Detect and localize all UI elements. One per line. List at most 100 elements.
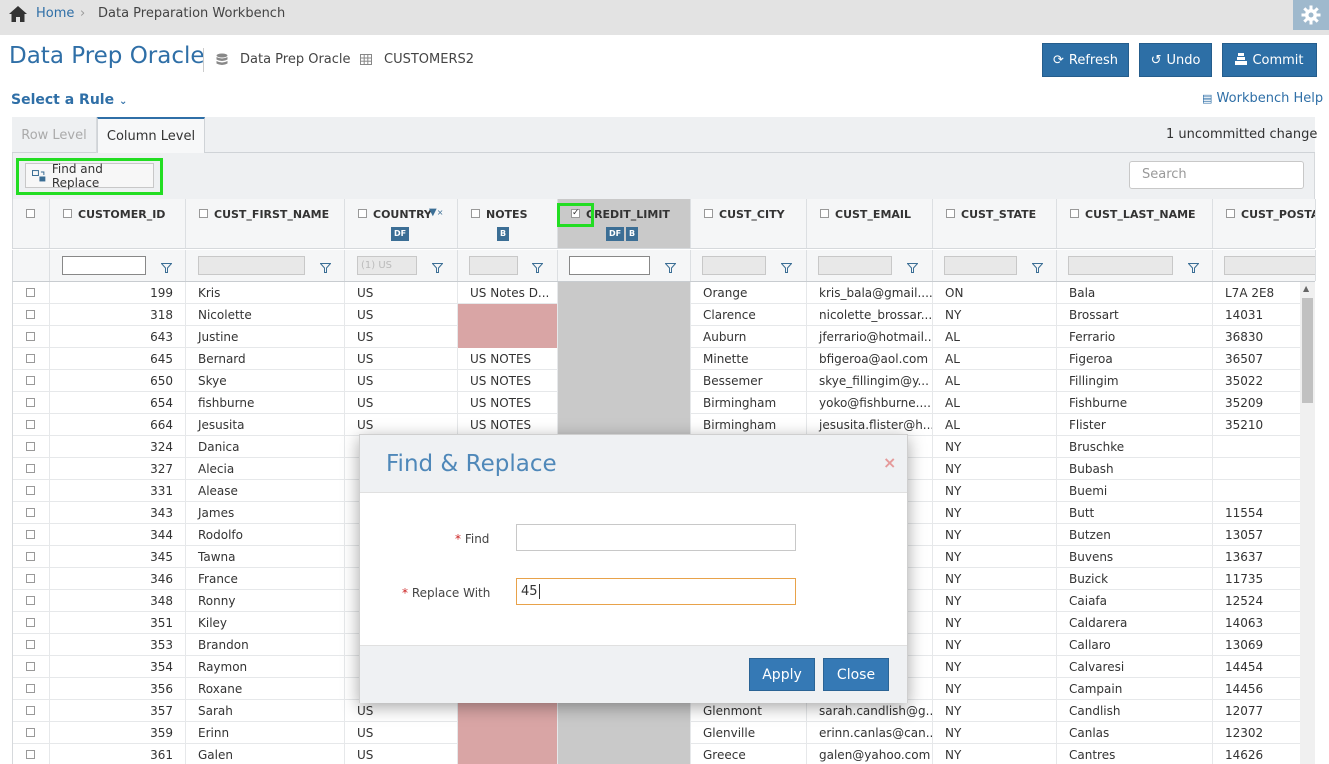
replace-with-input[interactable]: 45 xyxy=(516,578,796,605)
filter-input[interactable] xyxy=(944,256,1017,275)
row-checkbox[interactable] xyxy=(26,310,35,319)
row-checkbox[interactable] xyxy=(26,750,35,759)
table-cell-city: Bessemer xyxy=(691,370,807,392)
table-cell-state: NY xyxy=(933,436,1057,458)
text-cursor xyxy=(538,584,540,599)
row-checkbox[interactable] xyxy=(26,706,35,715)
table-row[interactable]: 199 Kris US US Notes D... Orange kris_bala@gm… xyxy=(13,282,1300,304)
settings-button[interactable] xyxy=(1293,0,1329,30)
column-header-email[interactable]: CUST_EMAIL xyxy=(807,199,933,248)
funnel-icon[interactable] xyxy=(320,263,331,273)
column-checkbox[interactable] xyxy=(820,209,829,218)
select-rule-dropdown[interactable]: Select a Rule ⌄ xyxy=(11,92,127,108)
filter-input[interactable] xyxy=(198,256,305,275)
table-cell-state: NY xyxy=(933,678,1057,700)
row-checkbox[interactable] xyxy=(26,420,35,429)
filter-input[interactable] xyxy=(569,256,650,275)
commit-button[interactable]: Commit xyxy=(1222,43,1317,77)
funnel-icon[interactable] xyxy=(161,263,172,273)
column-header-customer-id[interactable]: CUSTOMER_ID xyxy=(50,199,186,248)
row-checkbox[interactable] xyxy=(26,398,35,407)
filter-input[interactable] xyxy=(1224,256,1315,275)
row-checkbox[interactable] xyxy=(26,508,35,517)
column-checkbox[interactable] xyxy=(946,209,955,218)
column-checkbox[interactable] xyxy=(471,209,480,218)
row-checkbox[interactable] xyxy=(26,376,35,385)
column-header-country[interactable]: COUNTRY ▼× DF xyxy=(345,199,458,248)
find-input[interactable] xyxy=(516,524,796,551)
row-checkbox[interactable] xyxy=(26,684,35,693)
row-select-cell xyxy=(13,546,50,568)
column-header-state[interactable]: CUST_STATE xyxy=(933,199,1057,248)
funnel-icon[interactable] xyxy=(532,263,543,273)
table-row[interactable]: 645 Bernard US US NOTES Minette bfigeroa@aol.… xyxy=(13,348,1300,370)
table-row[interactable]: 318 Nicolette US Clarence nicolette_brossar.… xyxy=(13,304,1300,326)
filter-input[interactable] xyxy=(62,256,146,275)
tab-column-level[interactable]: Column Level xyxy=(97,117,205,154)
column-checkbox[interactable] xyxy=(199,209,208,218)
row-checkbox[interactable] xyxy=(26,618,35,627)
column-checkbox[interactable] xyxy=(1226,209,1235,218)
refresh-button[interactable]: ⟳ Refresh xyxy=(1042,43,1129,77)
table-row[interactable]: 654 fishburne US US NOTES Birmingham yoko@fis… xyxy=(13,392,1300,414)
column-title: CUST_STATE xyxy=(961,208,1037,221)
apply-button[interactable]: Apply xyxy=(749,658,815,691)
table-row[interactable]: 359 Erinn US Glenville erinn.canlas@can... NY… xyxy=(13,722,1300,744)
undo-button[interactable]: ↺ Undo xyxy=(1139,43,1212,77)
country-filter-input[interactable]: (1) US xyxy=(357,256,417,275)
select-all-checkbox[interactable] xyxy=(26,209,35,218)
row-checkbox[interactable] xyxy=(26,640,35,649)
table-cell-id: 643 xyxy=(50,326,186,348)
filter-input[interactable] xyxy=(702,256,766,275)
filter-input[interactable] xyxy=(818,256,892,275)
table-row[interactable]: 361 Galen US Greece galen@yahoo.com NY Cantres… xyxy=(13,744,1300,764)
row-checkbox[interactable] xyxy=(26,596,35,605)
home-icon[interactable] xyxy=(8,5,28,23)
funnel-icon[interactable] xyxy=(432,263,443,273)
close-icon[interactable]: × xyxy=(883,453,896,472)
search-input[interactable]: Search xyxy=(1129,161,1304,189)
column-header-first-name[interactable]: CUST_FIRST_NAME xyxy=(186,199,345,248)
tab-row-level[interactable]: Row Level xyxy=(12,117,97,153)
row-checkbox[interactable] xyxy=(26,486,35,495)
table-cell-state: NY xyxy=(933,744,1057,764)
row-checkbox[interactable] xyxy=(26,728,35,737)
table-cell-id: 359 xyxy=(50,722,186,744)
table-cell-first: Alease xyxy=(186,480,345,502)
scrollbar-thumb[interactable] xyxy=(1302,298,1313,403)
row-checkbox[interactable] xyxy=(26,442,35,451)
dialog-footer: Apply Close xyxy=(360,645,907,703)
table-row[interactable]: 357 Sarah US Glenmont sarah.candlish@g... NY C… xyxy=(13,700,1300,722)
table-row[interactable]: 643 Justine US Auburn jferrario@hotmail.... A… xyxy=(13,326,1300,348)
filter-input[interactable] xyxy=(1068,256,1173,275)
scroll-up-icon[interactable]: ▲ xyxy=(1303,284,1309,293)
close-button[interactable]: Close xyxy=(823,658,889,691)
row-checkbox[interactable] xyxy=(26,662,35,671)
column-checkbox[interactable] xyxy=(358,209,367,218)
row-checkbox[interactable] xyxy=(26,574,35,583)
funnel-icon[interactable] xyxy=(1188,263,1199,273)
breadcrumb-home[interactable]: Home xyxy=(36,6,74,21)
column-header-notes[interactable]: NOTES B xyxy=(458,199,558,248)
row-checkbox[interactable] xyxy=(26,530,35,539)
row-checkbox[interactable] xyxy=(26,332,35,341)
funnel-icon[interactable] xyxy=(1032,263,1043,273)
clear-filter-icon[interactable]: ▼× xyxy=(429,207,443,218)
row-checkbox[interactable] xyxy=(26,354,35,363)
table-row[interactable]: 664 Jesusita US US NOTES Birmingham jesusita.… xyxy=(13,414,1300,436)
column-header-postal[interactable]: CUST_POSTAL_ xyxy=(1213,199,1316,248)
column-checkbox[interactable] xyxy=(1070,209,1079,218)
row-checkbox[interactable] xyxy=(26,552,35,561)
filter-input[interactable] xyxy=(469,256,518,275)
row-checkbox[interactable] xyxy=(26,288,35,297)
column-checkbox[interactable] xyxy=(704,209,713,218)
column-header-last-name[interactable]: CUST_LAST_NAME xyxy=(1057,199,1213,248)
table-row[interactable]: 650 Skye US US NOTES Bessemer skye_fillingim@… xyxy=(13,370,1300,392)
column-checkbox[interactable] xyxy=(63,209,72,218)
row-checkbox[interactable] xyxy=(26,464,35,473)
funnel-icon[interactable] xyxy=(665,263,676,273)
column-header-city[interactable]: CUST_CITY xyxy=(691,199,807,248)
workbench-help-link[interactable]: ▤ Workbench Help xyxy=(1202,91,1323,106)
funnel-icon[interactable] xyxy=(781,263,792,273)
funnel-icon[interactable] xyxy=(907,263,918,273)
